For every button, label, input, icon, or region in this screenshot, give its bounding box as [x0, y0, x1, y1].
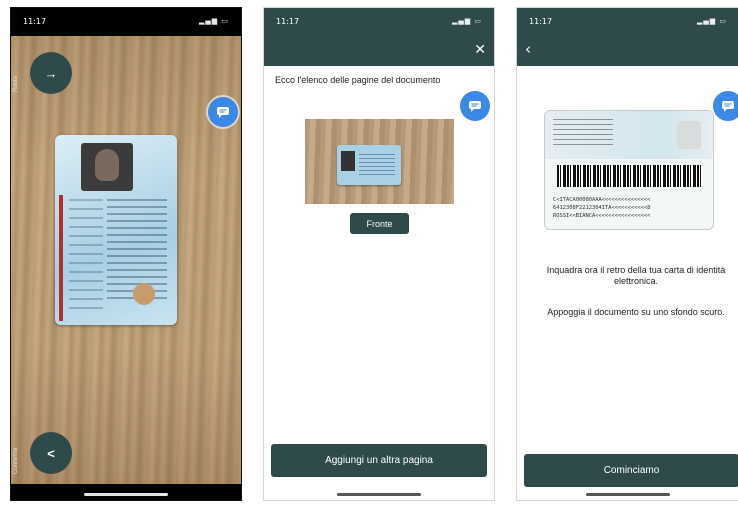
signal-battery-icon: ▂▄▆ ▭: [199, 17, 229, 25]
rotate-button[interactable]: →: [30, 52, 72, 94]
home-indicator: [84, 493, 168, 496]
chat-bubble-icon: [469, 101, 481, 112]
side-label-top: Ruota: [13, 75, 19, 92]
status-time: 11:17: [23, 16, 47, 26]
chevron-left-icon: <: [47, 445, 55, 461]
add-page-button[interactable]: Aggiungi un altra pagina: [271, 444, 487, 477]
signal-battery-icon: ▂▄▆ ▭: [452, 17, 482, 25]
status-bar: 11:17 ▂▄▆ ▭: [517, 8, 738, 34]
back-button[interactable]: <: [30, 432, 72, 474]
signal-battery-icon: ▂▄▆ ▭: [697, 17, 727, 25]
status-time: 11:17: [529, 16, 553, 26]
pages-list-screen: 11:17 ▂▄▆ ▭ ✕ Ecco l'elenco delle pagine…: [263, 7, 495, 501]
chat-bubble-icon: [217, 107, 229, 118]
status-time: 11:17: [276, 16, 300, 26]
barcode: [557, 165, 703, 187]
chat-button[interactable]: [713, 91, 738, 121]
id-card-back-image: C<ITACA00000AAA<<<<<<<<<<<<<<< 6412308F2…: [544, 110, 714, 230]
page-tag-front: Fronte: [350, 213, 409, 234]
mrz-zone: C<ITACA00000AAA<<<<<<<<<<<<<<< 6412308F2…: [553, 196, 707, 220]
home-indicator: [337, 493, 421, 496]
chat-button[interactable]: [460, 91, 490, 121]
home-indicator: [586, 493, 670, 496]
chat-bubble-icon: [722, 101, 734, 112]
start-button[interactable]: Cominciamo: [524, 454, 738, 487]
mrz-line: C<ITACA00000AAA<<<<<<<<<<<<<<<: [553, 197, 651, 203]
instruction-text-2: Appoggia il documento su uno sfondo scur…: [547, 307, 725, 317]
close-icon[interactable]: ✕: [474, 42, 486, 58]
status-bar: 11:17 ▂▄▆ ▭: [11, 8, 241, 34]
mrz-line: 6412308F2212304ITA<<<<<<<<<<<8: [553, 205, 651, 211]
rotate-button-label: →: [44, 65, 58, 81]
page-title: Ecco l'elenco delle pagine del documento: [275, 75, 441, 85]
back-instruction-screen: 11:17 ▂▄▆ ▭ ‹ C<ITACA00000AAA<<<<<<<<<<<…: [516, 7, 738, 501]
page-thumbnail[interactable]: [305, 119, 454, 204]
camera-screen: 11:17 ▂▄▆ ▭ → Ruota Conferma <: [10, 7, 242, 501]
side-label-bottom: Conferma: [13, 447, 19, 474]
mrz-line: ROSSI<<BIANCA<<<<<<<<<<<<<<<<<: [553, 213, 651, 219]
id-card-front-image: [55, 135, 177, 325]
chat-button[interactable]: [208, 97, 238, 127]
back-arrow-icon[interactable]: ‹: [525, 40, 531, 58]
instruction-text-1: Inquadra ora il retro della tua carta di…: [546, 265, 726, 286]
status-bar: 11:17 ▂▄▆ ▭: [264, 8, 494, 34]
